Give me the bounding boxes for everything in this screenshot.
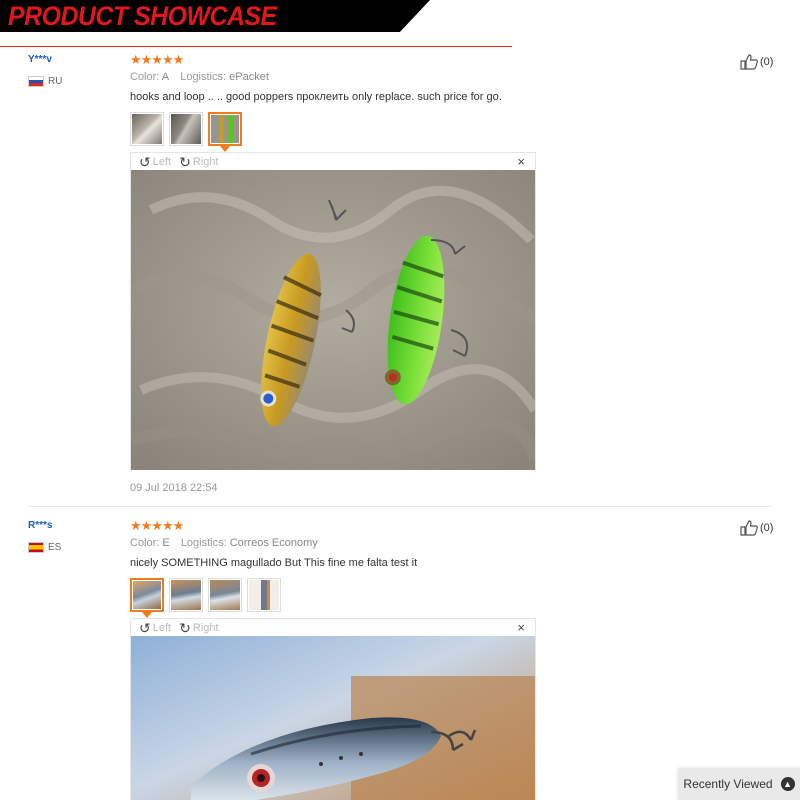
photo-thumbnail[interactable]	[169, 578, 203, 612]
rotate-left-button[interactable]: ↺ Left	[139, 621, 171, 635]
banner-underline	[0, 46, 512, 47]
review-meta: Color: E Logistics: Correos Economy	[130, 537, 326, 549]
review-photo-thumbnails	[130, 578, 281, 618]
photo-thumbnail-active[interactable]	[130, 578, 164, 618]
rotate-right-button[interactable]: ↻ Right	[179, 621, 218, 635]
review-divider	[28, 506, 772, 507]
color-label: Color:	[130, 71, 160, 83]
rotate-right-icon: ↻	[179, 153, 191, 170]
color-label: Color:	[130, 537, 160, 549]
spain-flag-icon	[28, 542, 44, 553]
rotate-right-icon: ↻	[179, 619, 191, 636]
helpful-count: (0)	[760, 522, 774, 534]
recently-viewed-label: Recently Viewed	[683, 777, 773, 791]
viewer-toolbar: ↺ Left ↻ Right ×	[131, 153, 535, 170]
star-rating: ★★★★★	[130, 52, 184, 67]
rotate-right-label: Right	[192, 155, 219, 168]
thumbnail-image	[249, 580, 279, 610]
photo-thumbnail[interactable]	[130, 112, 164, 146]
banner-title: PRODUCT SHOWCASE	[8, 1, 277, 31]
logistics-label: Logistics:	[180, 71, 227, 83]
rotate-right-label: Right	[192, 621, 219, 634]
photo-thumbnail[interactable]	[169, 112, 203, 146]
rotate-left-icon: ↺	[139, 153, 151, 170]
rotate-right-button[interactable]: ↻ Right	[179, 155, 218, 169]
reviewer-name[interactable]: Y***v	[28, 54, 52, 65]
reviewer-country: ES	[28, 542, 61, 553]
review-photo	[131, 636, 535, 800]
photo-viewer: ↺ Left ↻ Right ×	[128, 152, 541, 470]
logistics-value: Correos Economy	[229, 537, 318, 549]
photo-thumbnail-active[interactable]	[208, 112, 242, 152]
rotate-left-button[interactable]: ↺ Left	[139, 155, 171, 169]
thumbnail-image	[133, 581, 161, 609]
review-photo-thumbnails	[130, 112, 242, 152]
star-rating: ★★★★★	[130, 518, 184, 533]
product-showcase-banner: PRODUCT SHOWCASE	[0, 0, 800, 48]
thumbnail-image	[210, 580, 240, 610]
color-value: E	[162, 537, 170, 549]
photo-thumbnail[interactable]	[208, 578, 242, 612]
thumbnail-image	[171, 114, 201, 144]
viewer-toolbar: ↺ Left ↻ Right ×	[131, 619, 535, 636]
helpful-button[interactable]: (0)	[740, 54, 773, 70]
rotate-left-label: Left	[152, 621, 172, 634]
thumbs-up-icon[interactable]	[740, 54, 758, 70]
chevron-up-icon: ▲	[780, 777, 795, 791]
country-code: ES	[48, 542, 62, 553]
rotate-left-label: Left	[152, 155, 172, 168]
country-code: RU	[48, 76, 63, 87]
logistics-value: ePacket	[229, 71, 269, 83]
review-meta: Color: A Logistics: ePacket	[130, 71, 277, 83]
helpful-count: (0)	[760, 56, 774, 68]
thumbnail-image	[132, 114, 162, 144]
photo-viewer: ↺ Left ↻ Right ×	[130, 618, 536, 800]
thumbnail-image	[171, 580, 201, 610]
review-date: 09 Jul 2018 22:54	[130, 482, 218, 494]
reviewer-name[interactable]: R***s	[28, 520, 52, 531]
review-comment: nicely SOMETHING magullado But This fine…	[130, 557, 418, 569]
rotate-left-icon: ↺	[139, 619, 151, 636]
reviewer-country: RU	[28, 76, 62, 87]
thumbnail-image	[211, 115, 239, 143]
thumbs-up-icon[interactable]	[740, 520, 758, 536]
logistics-label: Logistics:	[180, 537, 227, 549]
recently-viewed-button[interactable]: Recently Viewed ▲	[678, 768, 800, 800]
color-value: A	[161, 71, 170, 83]
close-icon[interactable]: ×	[517, 620, 525, 635]
close-icon[interactable]: ×	[517, 154, 525, 169]
russia-flag-icon	[28, 76, 44, 87]
review-photo	[128, 170, 541, 470]
review-comment: hooks and loop .. .. good poppers прокле…	[130, 91, 502, 103]
photo-thumbnail[interactable]	[247, 578, 281, 612]
helpful-button[interactable]: (0)	[740, 520, 773, 536]
